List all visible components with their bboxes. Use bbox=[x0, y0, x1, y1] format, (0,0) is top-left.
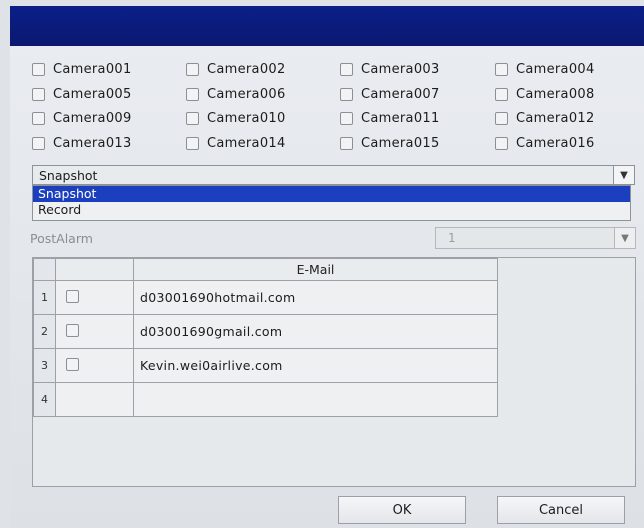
camera-checkbox-015[interactable]: Camera015 bbox=[340, 133, 440, 153]
email-cell[interactable]: d03001690gmail.com bbox=[133, 314, 498, 349]
camera-label: Camera008 bbox=[516, 86, 595, 102]
row-checkbox-cell[interactable] bbox=[55, 280, 134, 315]
camera-checkbox-003[interactable]: Camera003 bbox=[340, 59, 440, 79]
camera-checkbox-005[interactable]: Camera005 bbox=[32, 84, 132, 104]
chevron-down-icon[interactable]: ▼ bbox=[613, 166, 634, 184]
dropdown-option-record[interactable]: Record bbox=[33, 202, 630, 218]
dropdown-option-snapshot[interactable]: Snapshot bbox=[33, 186, 630, 202]
camera-checkbox-012[interactable]: Camera012 bbox=[495, 108, 595, 128]
checkbox[interactable] bbox=[66, 357, 79, 371]
camera-label: Camera006 bbox=[207, 86, 286, 102]
camera-label: Camera014 bbox=[207, 135, 286, 151]
checkbox[interactable] bbox=[340, 87, 353, 101]
camera-checkbox-009[interactable]: Camera009 bbox=[32, 108, 132, 128]
checkbox[interactable] bbox=[340, 111, 353, 125]
camera-checkbox-008[interactable]: Camera008 bbox=[495, 84, 595, 104]
email-column-header: E-Mail bbox=[133, 258, 498, 281]
row-number: 4 bbox=[33, 382, 56, 417]
cancel-button[interactable]: Cancel bbox=[497, 496, 625, 524]
checkbox[interactable] bbox=[186, 62, 199, 76]
camera-label: Camera011 bbox=[361, 110, 440, 126]
table-row[interactable]: 1 d03001690hotmail.com bbox=[33, 280, 498, 315]
camera-label: Camera009 bbox=[53, 110, 132, 126]
email-cell[interactable]: Kevin.wei0airlive.com bbox=[133, 348, 498, 383]
action-select[interactable]: Snapshot ▼ bbox=[32, 165, 635, 185]
email-cell[interactable]: d03001690hotmail.com bbox=[133, 280, 498, 315]
row-checkbox-cell[interactable] bbox=[55, 348, 134, 383]
select-column-header bbox=[55, 258, 134, 281]
camera-label: Camera005 bbox=[53, 86, 132, 102]
checkbox[interactable] bbox=[186, 111, 199, 125]
camera-label: Camera007 bbox=[361, 86, 440, 102]
table-row[interactable]: 2 d03001690gmail.com bbox=[33, 314, 498, 349]
camera-checkbox-011[interactable]: Camera011 bbox=[340, 108, 440, 128]
action-select-value: Snapshot bbox=[39, 167, 98, 183]
checkbox[interactable] bbox=[495, 111, 508, 125]
checkbox[interactable] bbox=[32, 62, 45, 76]
checkbox[interactable] bbox=[340, 136, 353, 150]
checkbox[interactable] bbox=[32, 87, 45, 101]
camera-label: Camera012 bbox=[516, 110, 595, 126]
camera-label: Camera010 bbox=[207, 110, 286, 126]
row-number: 3 bbox=[33, 348, 56, 383]
camera-label: Camera004 bbox=[516, 61, 595, 77]
dialog-title-bar bbox=[10, 6, 644, 46]
checkbox[interactable] bbox=[186, 136, 199, 150]
row-number: 2 bbox=[33, 314, 56, 349]
checkbox[interactable] bbox=[495, 87, 508, 101]
camera-label: Camera015 bbox=[361, 135, 440, 151]
table-row[interactable]: 3 Kevin.wei0airlive.com bbox=[33, 348, 498, 383]
camera-checkbox-007[interactable]: Camera007 bbox=[340, 84, 440, 104]
camera-checkbox-004[interactable]: Camera004 bbox=[495, 59, 595, 79]
chevron-down-icon[interactable]: ▼ bbox=[614, 228, 635, 248]
email-table: E-Mail 1 d03001690hotmail.com 2 d0300169… bbox=[33, 258, 498, 417]
camera-checkbox-016[interactable]: Camera016 bbox=[495, 133, 595, 153]
row-checkbox-cell[interactable] bbox=[55, 314, 134, 349]
table-row[interactable]: 4 bbox=[33, 382, 498, 417]
table-header-row: E-Mail bbox=[33, 258, 498, 281]
camera-label: Camera016 bbox=[516, 135, 595, 151]
camera-checkbox-010[interactable]: Camera010 bbox=[186, 108, 286, 128]
checkbox[interactable] bbox=[340, 62, 353, 76]
camera-checkbox-001[interactable]: Camera001 bbox=[32, 59, 132, 79]
action-dropdown-list: Snapshot Record bbox=[32, 185, 631, 221]
row-number-header bbox=[33, 258, 56, 281]
row-checkbox-cell[interactable] bbox=[55, 382, 134, 417]
camera-checkbox-013[interactable]: Camera013 bbox=[32, 133, 132, 153]
camera-checkbox-002[interactable]: Camera002 bbox=[186, 59, 286, 79]
checkbox[interactable] bbox=[495, 136, 508, 150]
checkbox[interactable] bbox=[32, 136, 45, 150]
checkbox[interactable] bbox=[186, 87, 199, 101]
camera-label: Camera001 bbox=[53, 61, 132, 77]
row-number: 1 bbox=[33, 280, 56, 315]
camera-label: Camera013 bbox=[53, 135, 132, 151]
checkbox[interactable] bbox=[495, 62, 508, 76]
email-table-frame: E-Mail 1 d03001690hotmail.com 2 d0300169… bbox=[32, 257, 636, 487]
camera-label: Camera002 bbox=[207, 61, 286, 77]
camera-checkbox-006[interactable]: Camera006 bbox=[186, 84, 286, 104]
checkbox[interactable] bbox=[66, 289, 79, 303]
camera-checkbox-014[interactable]: Camera014 bbox=[186, 133, 286, 153]
post-alarm-select[interactable]: 1 ▼ bbox=[435, 227, 636, 249]
camera-label: Camera003 bbox=[361, 61, 440, 77]
post-alarm-value: 1 bbox=[448, 231, 456, 245]
checkbox[interactable] bbox=[66, 323, 79, 337]
email-cell[interactable] bbox=[133, 382, 498, 417]
ok-button[interactable]: OK bbox=[338, 496, 466, 524]
checkbox[interactable] bbox=[32, 111, 45, 125]
post-alarm-label: PostAlarm bbox=[30, 231, 93, 246]
